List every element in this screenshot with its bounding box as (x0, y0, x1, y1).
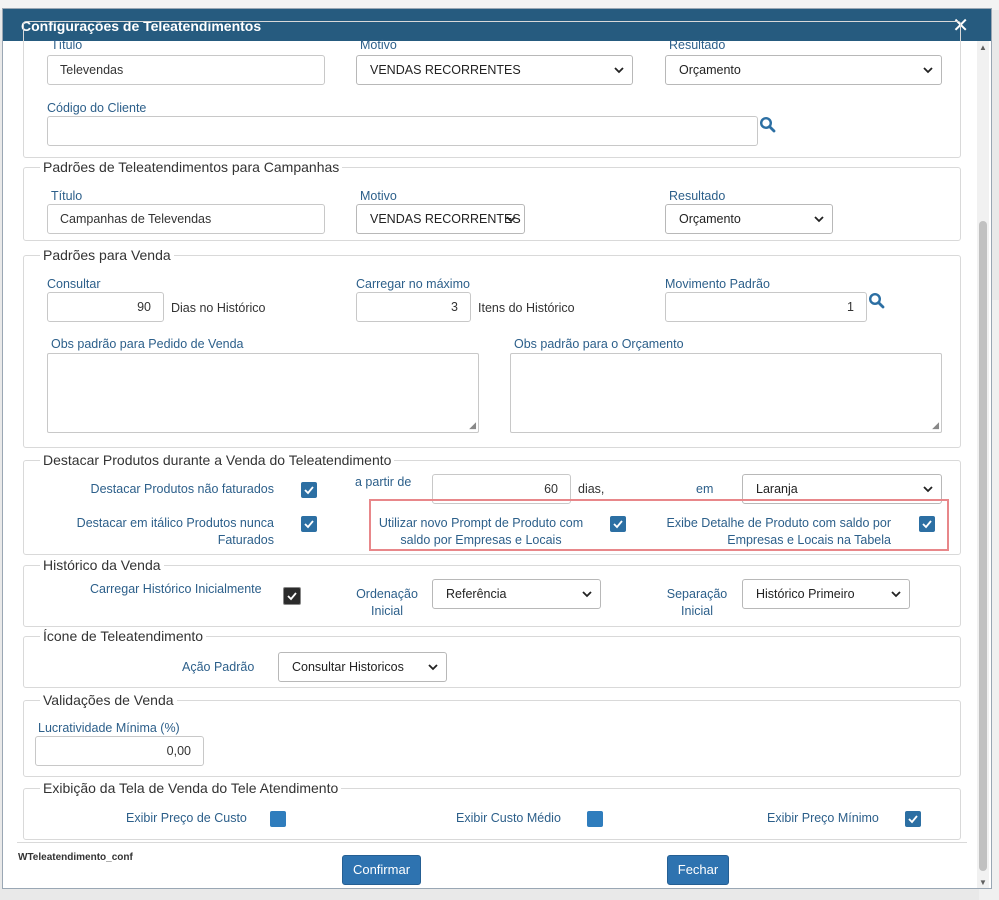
titulo-label: Título (51, 38, 83, 52)
campanhas-resultado-select[interactable]: Orçamento (665, 204, 833, 234)
resultado-label: Resultado (669, 38, 726, 52)
chevron-down-icon (923, 486, 933, 493)
acao-padrao-select[interactable]: Consultar Historicos (278, 652, 447, 682)
resultado-select-value: Orçamento (679, 63, 741, 77)
italico-label: Destacar em itálico Produtos nunca Fatur… (76, 516, 274, 547)
campanhas-resultado-label: Resultado (669, 189, 726, 203)
ordenacao-select-value: Referência (446, 587, 507, 601)
cor-select-value: Laranja (756, 482, 798, 496)
carregar-input[interactable]: 3 (356, 292, 471, 322)
form-id: WTeleatendimento_conf (18, 852, 133, 863)
modal-scrollbar[interactable]: ▲ ▼ (977, 41, 989, 888)
scroll-down-icon[interactable]: ▼ (979, 878, 987, 887)
resize-grip-icon[interactable]: ◢ (469, 420, 476, 431)
separacao-select-value: Histórico Primeiro (756, 587, 855, 601)
chevron-down-icon (923, 67, 933, 74)
scrollbar-thumb[interactable] (979, 221, 987, 871)
exibicao-legend: Exibição da Tela de Venda do Tele Atendi… (40, 780, 342, 796)
chevron-down-icon (428, 664, 438, 671)
venda-legend: Padrões para Venda (40, 247, 174, 263)
obs-orcamento-textarea[interactable]: ◢ (510, 353, 942, 433)
movimento-input[interactable]: 1 (665, 292, 867, 322)
titulo-input[interactable]: Televendas (47, 55, 325, 85)
lucratividade-label: Lucratividade Mínima (%) (38, 721, 180, 735)
fechar-button[interactable]: Fechar (667, 855, 729, 885)
ordenacao-label: Ordenação Inicial (356, 587, 418, 618)
ordenacao-select[interactable]: Referência (432, 579, 601, 609)
highlight-box (369, 499, 949, 551)
preco-minimo-checkbox[interactable] (905, 811, 921, 827)
check-icon (304, 520, 314, 529)
campanhas-motivo-label: Motivo (360, 189, 397, 203)
campanhas-legend: Padrões de Teleatendimentos para Campanh… (40, 159, 343, 175)
campanhas-resultado-value: Orçamento (679, 212, 741, 226)
campanhas-titulo-input[interactable]: Campanhas de Televendas (47, 204, 325, 234)
scroll-up-icon[interactable]: ▲ (979, 43, 987, 52)
custo-medio-checkbox[interactable] (587, 811, 603, 827)
custo-medio-label: Exibir Custo Médio (456, 811, 561, 825)
carregar-historico-checkbox[interactable] (283, 587, 301, 605)
nao-faturados-checkbox[interactable] (301, 482, 317, 498)
resize-grip-icon[interactable]: ◢ (932, 420, 939, 431)
codigo-cliente-input[interactable] (47, 116, 758, 146)
check-icon (304, 486, 314, 495)
carregar-suffix: Itens do Histórico (478, 301, 575, 315)
chevron-down-icon (506, 216, 516, 223)
validacoes-legend: Validações de Venda (40, 692, 177, 708)
italico-checkbox[interactable] (301, 516, 317, 532)
preco-custo-checkbox[interactable] (270, 811, 286, 827)
consultar-label: Consultar (47, 277, 101, 291)
obs-pedido-textarea[interactable]: ◢ (47, 353, 479, 433)
acao-padrao-value: Consultar Historicos (292, 660, 404, 674)
campanhas-titulo-label: Título (51, 189, 83, 203)
historico-legend: Histórico da Venda (40, 557, 164, 573)
motivo-label: Motivo (360, 38, 397, 52)
lucratividade-input[interactable]: 0,00 (35, 736, 204, 766)
config-modal: Configurações de Teleatendimentos ✕ Títu… (2, 8, 992, 889)
preco-custo-label: Exibir Preço de Custo (126, 811, 247, 825)
a-partir-label: a partir de (355, 475, 412, 489)
codigo-cliente-label: Código do Cliente (47, 101, 147, 115)
chevron-down-icon (891, 591, 901, 598)
separacao-select[interactable]: Histórico Primeiro (742, 579, 910, 609)
consultar-input[interactable]: 90 (47, 292, 164, 322)
obs-orcamento-label: Obs padrão para o Orçamento (514, 337, 684, 351)
confirmar-button[interactable]: Confirmar (342, 855, 421, 885)
separacao-label: Separação Inicial (666, 587, 728, 618)
acao-padrao-label: Ação Padrão (182, 660, 255, 674)
modal-content: Título Televendas Motivo VENDAS RECORREN… (3, 21, 979, 888)
dias-suffix: dias, (578, 482, 605, 496)
carregar-label: Carregar no máximo (356, 277, 470, 291)
consultar-suffix: Dias no Histórico (171, 301, 266, 315)
movimento-label: Movimento Padrão (665, 277, 770, 291)
motivo-select-value: VENDAS RECORRENTES (370, 63, 521, 77)
icone-section: Ícone de Teleatendimento (23, 628, 961, 688)
chevron-down-icon (582, 591, 592, 598)
em-label: em (696, 482, 714, 496)
nao-faturados-label: Destacar Produtos não faturados (90, 482, 274, 496)
chevron-down-icon (614, 67, 624, 74)
search-icon[interactable] (759, 116, 777, 134)
campanhas-motivo-value: VENDAS RECORRENTES (370, 212, 521, 226)
check-icon (287, 592, 297, 601)
carregar-historico-label: Carregar Histórico Inicialmente (90, 582, 262, 596)
icone-legend: Ícone de Teleatendimento (40, 628, 207, 644)
resultado-select[interactable]: Orçamento (665, 55, 942, 85)
check-icon (908, 815, 918, 824)
chevron-down-icon (814, 216, 824, 223)
panel-divider (17, 842, 967, 843)
motivo-select[interactable]: VENDAS RECORRENTES (356, 55, 633, 85)
search-icon[interactable] (868, 292, 886, 310)
preco-minimo-label: Exibir Preço Mínimo (767, 811, 879, 825)
campanhas-motivo-select[interactable]: VENDAS RECORRENTES (356, 204, 525, 234)
destacar-legend: Destacar Produtos durante a Venda do Tel… (40, 452, 395, 468)
obs-pedido-label: Obs padrão para Pedido de Venda (51, 337, 244, 351)
